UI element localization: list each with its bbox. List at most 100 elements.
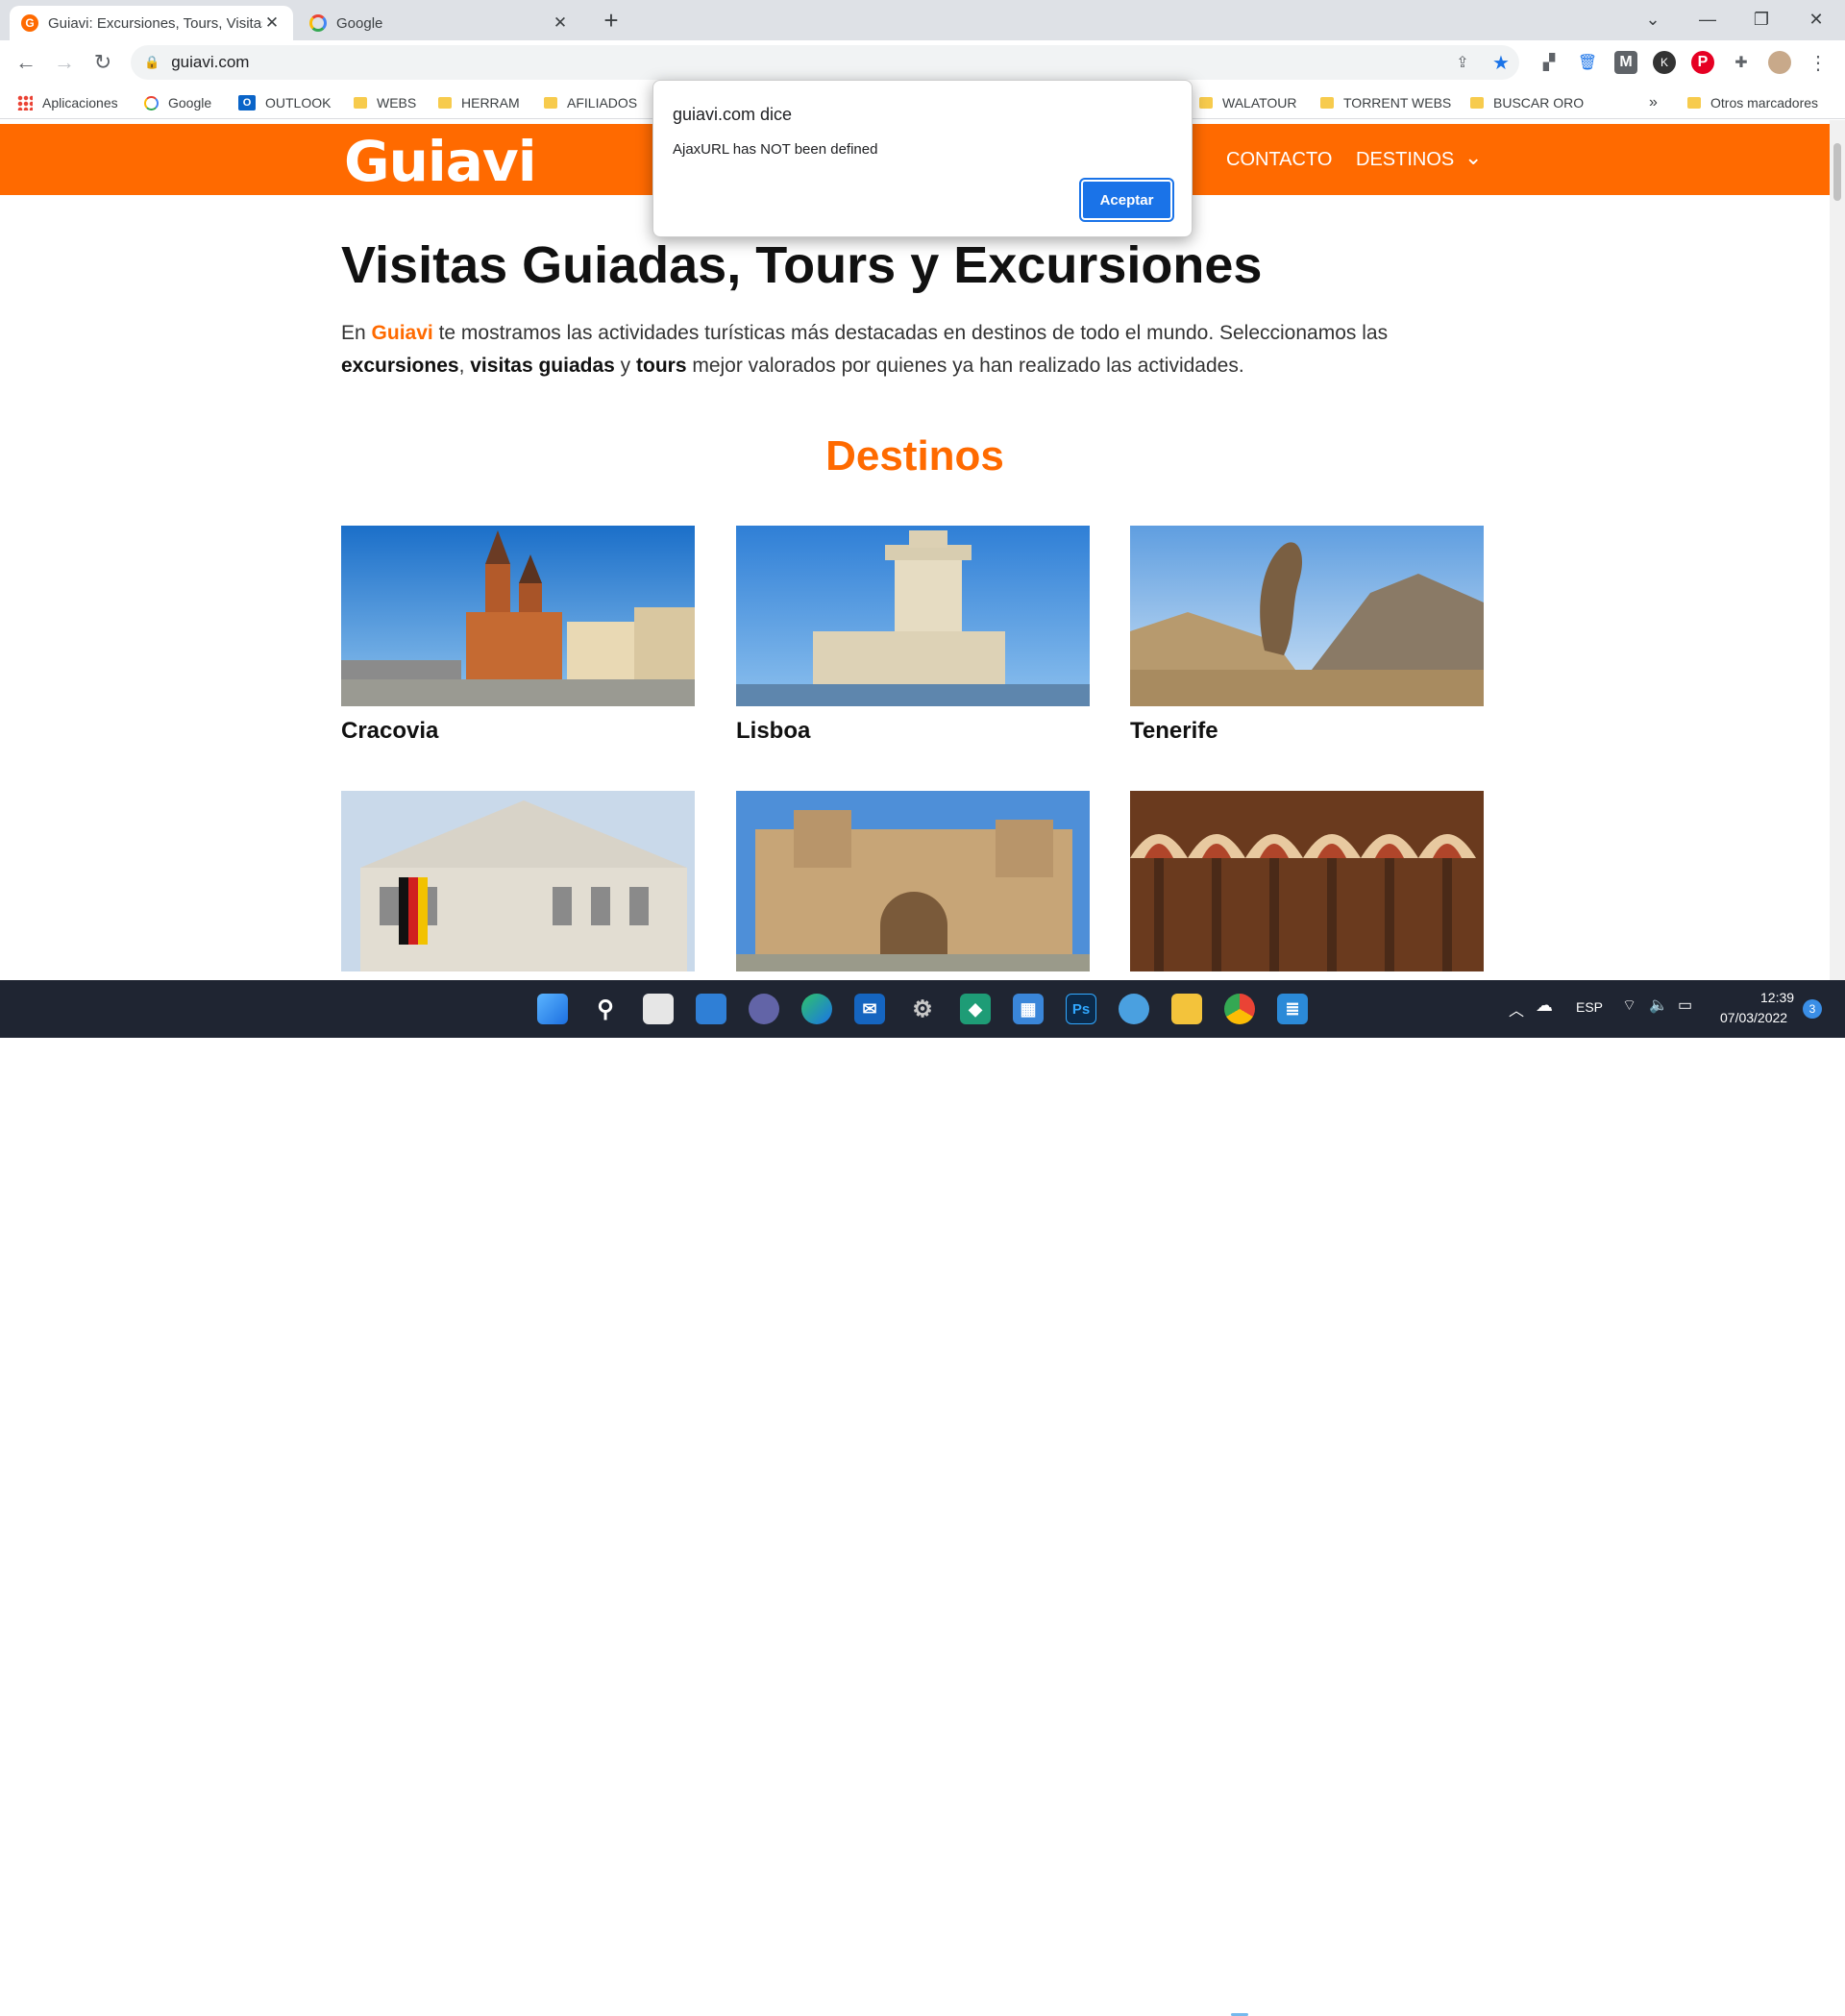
url-text: guiavi.com: [171, 53, 250, 71]
k-extension-icon[interactable]: K: [1653, 51, 1676, 74]
alert-dialog: guiavi.com dice AjaxURL has NOT been def…: [652, 80, 1193, 237]
tab-guiavi[interactable]: G Guiavi: Excursiones, Tours, Visitas ✕: [10, 6, 293, 40]
folder-icon: [1320, 97, 1334, 109]
trash-extension-icon[interactable]: 🗑: [1576, 51, 1599, 74]
bookmark-outlook[interactable]: O OUTLOOK: [238, 92, 331, 113]
alert-title: guiavi.com dice: [673, 105, 793, 124]
search-icon[interactable]: ⚲: [590, 994, 621, 1024]
extension-icon[interactable]: ▞: [1538, 51, 1561, 74]
folder-icon: [544, 97, 557, 109]
close-icon[interactable]: ✕: [551, 13, 570, 33]
settings-gear-icon[interactable]: ⚙: [907, 994, 938, 1024]
bookmark-afiliados[interactable]: AFILIADOS: [544, 92, 637, 113]
bookmark-walatour[interactable]: WALATOUR: [1199, 92, 1297, 113]
bookmark-star-icon[interactable]: ★: [1489, 51, 1513, 74]
close-window-button[interactable]: ✕: [1797, 6, 1835, 33]
bookmark-google[interactable]: Google: [144, 92, 211, 113]
google-icon: [144, 95, 159, 111]
destination-image[interactable]: [341, 791, 695, 971]
tray-chevron-icon[interactable]: ︿: [1509, 997, 1524, 1020]
close-icon[interactable]: ✕: [262, 13, 282, 33]
filmora-icon[interactable]: ◆: [960, 994, 991, 1024]
notepad-icon[interactable]: ≣: [1277, 994, 1308, 1024]
destination-image[interactable]: [1130, 791, 1484, 971]
tab-strip: G Guiavi: Excursiones, Tours, Visitas ✕ …: [0, 0, 1845, 40]
chevron-down-icon[interactable]: ⌄: [1464, 145, 1482, 170]
back-icon[interactable]: ←: [12, 48, 40, 77]
photoshop-icon[interactable]: Ps: [1066, 994, 1096, 1024]
page-scrollbar[interactable]: [1830, 120, 1845, 980]
accept-button[interactable]: Aceptar: [1079, 178, 1174, 222]
windows-start-icon[interactable]: [537, 994, 568, 1024]
bookmark-torrent-webs[interactable]: TORRENT WEBS: [1320, 92, 1451, 113]
intro-paragraph: En Guiavi te mostramos las actividades t…: [341, 322, 1389, 377]
tab-title: Guiavi: Excursiones, Tours, Visitas: [48, 14, 262, 32]
clock-date[interactable]: 07/03/2022: [1720, 1010, 1787, 1025]
wifi-icon[interactable]: ⌔: [1622, 996, 1636, 1015]
destination-image[interactable]: [736, 791, 1090, 971]
destination-name[interactable]: Tenerife: [1130, 718, 1484, 745]
teams-chat-icon[interactable]: [749, 994, 779, 1024]
destination-card[interactable]: [341, 791, 695, 980]
destination-card-tenerife[interactable]: Tenerife: [1130, 526, 1484, 745]
mail-icon[interactable]: ✉: [854, 994, 885, 1024]
bookmark-herram[interactable]: HERRAM: [438, 92, 520, 113]
lock-icon: 🔒: [144, 55, 160, 69]
widgets-icon[interactable]: [696, 994, 726, 1024]
share-icon[interactable]: ⇪: [1451, 51, 1474, 74]
browser-globe-icon[interactable]: [1119, 994, 1149, 1024]
new-tab-button[interactable]: +: [596, 6, 627, 35]
site-logo[interactable]: Guiavi: [344, 129, 537, 194]
menu-contacto[interactable]: CONTACTO: [1226, 149, 1332, 171]
tab-title: Google: [336, 14, 383, 32]
destination-card[interactable]: [736, 791, 1090, 980]
puzzle-icon[interactable]: ✚: [1730, 51, 1753, 74]
destination-name[interactable]: Cracovia: [341, 718, 695, 745]
destination-name[interactable]: Lisboa: [736, 718, 1090, 745]
language-indicator[interactable]: ESP: [1576, 999, 1603, 1015]
bookmark-buscar-oro[interactable]: BUSCAR ORO: [1470, 92, 1584, 113]
folder-icon: [1470, 97, 1484, 109]
volume-icon[interactable]: 🔈: [1649, 996, 1668, 1015]
restore-button[interactable]: ❐: [1742, 6, 1781, 33]
bookmark-aplicaciones[interactable]: Aplicaciones: [17, 92, 118, 113]
folder-icon: [1199, 97, 1213, 109]
reload-icon[interactable]: ↻: [88, 48, 117, 77]
web-page: Guiavi CONTACTO DESTINOS ⌄ Visitas Guiad…: [0, 120, 1830, 980]
menu-icon[interactable]: ⋮: [1807, 51, 1830, 74]
forward-icon[interactable]: →: [50, 48, 79, 77]
bookmark-otros-marcadores[interactable]: Otros marcadores: [1687, 92, 1818, 113]
minimize-button[interactable]: —: [1688, 6, 1727, 33]
battery-icon[interactable]: ▭: [1678, 996, 1692, 1015]
avatar[interactable]: [1768, 51, 1791, 74]
destination-card-lisboa[interactable]: Lisboa: [736, 526, 1090, 745]
bookmarks-overflow-button[interactable]: »: [1649, 92, 1658, 113]
windows-taskbar: ⚲ ✉ ⚙ ◆ ▦ Ps ≣ ︿ ☁ ESP ⌔ 🔈 ▭ 12:39 07/03…: [0, 980, 1845, 2016]
guiavi-favicon-icon: G: [21, 14, 38, 32]
bookmark-webs[interactable]: WEBS: [354, 92, 416, 113]
google-favicon-icon: [309, 14, 327, 32]
section-title: Destinos: [825, 432, 1004, 479]
onedrive-icon[interactable]: ☁: [1536, 996, 1553, 1016]
tab-google[interactable]: Google ✕: [298, 6, 581, 40]
edge-icon[interactable]: [801, 994, 832, 1024]
address-bar[interactable]: 🔒 guiavi.com: [131, 45, 1519, 80]
scrollbar-thumb[interactable]: [1833, 143, 1841, 201]
outlook-icon: O: [238, 95, 256, 111]
task-view-icon[interactable]: [643, 994, 674, 1024]
chrome-icon[interactable]: [1224, 994, 1255, 1024]
destination-card-cracovia[interactable]: Cracovia: [341, 526, 695, 745]
notification-badge[interactable]: 3: [1803, 999, 1822, 1019]
destination-card[interactable]: [1130, 791, 1484, 980]
menu-destinos[interactable]: DESTINOS: [1356, 149, 1454, 171]
m-extension-icon[interactable]: M: [1614, 51, 1637, 74]
destination-image[interactable]: [341, 526, 695, 706]
pinterest-icon[interactable]: P: [1691, 51, 1714, 74]
clock-time[interactable]: 12:39: [1760, 990, 1794, 1005]
destination-image[interactable]: [736, 526, 1090, 706]
brand-link[interactable]: Guiavi: [372, 322, 433, 344]
file-explorer-icon[interactable]: [1171, 994, 1202, 1024]
store-icon[interactable]: ▦: [1013, 994, 1044, 1024]
destination-image[interactable]: [1130, 526, 1484, 706]
tab-search-icon[interactable]: ⌄: [1634, 6, 1672, 33]
